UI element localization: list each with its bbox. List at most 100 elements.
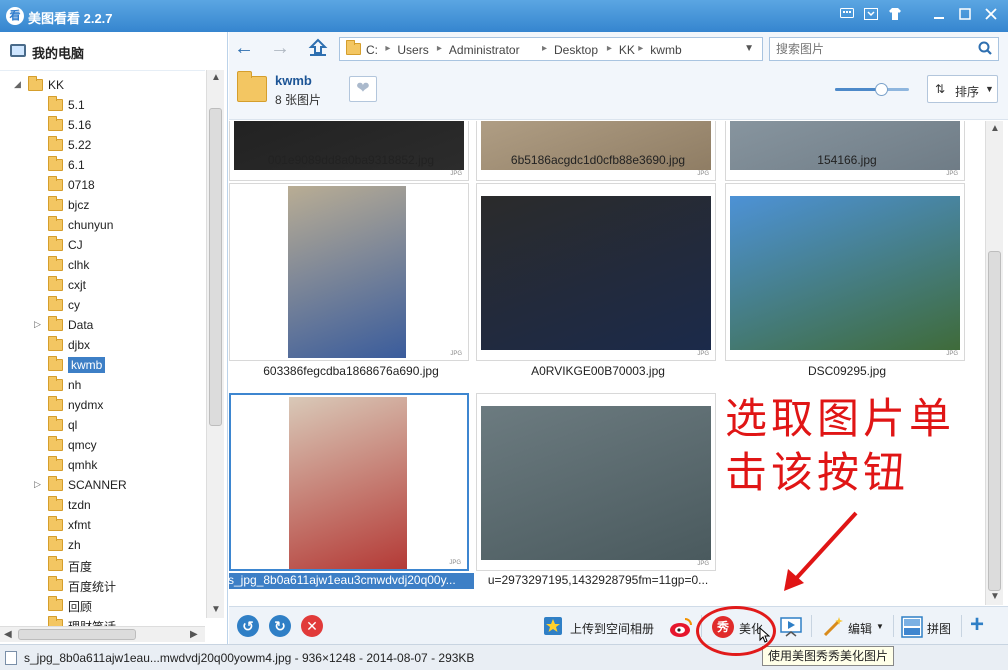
breadcrumb-separator-icon[interactable]: ▸	[385, 43, 390, 54]
tree-item-cy[interactable]: cy	[34, 295, 205, 315]
breadcrumb-item[interactable]: Administrator	[449, 43, 520, 57]
breadcrumb-item[interactable]: kwmb	[650, 43, 681, 57]
breadcrumb-separator-icon[interactable]: ▸	[542, 43, 547, 54]
breadcrumb-item[interactable]: Desktop	[554, 43, 598, 57]
thumbnail-card[interactable]: JPG	[725, 183, 965, 361]
weibo-icon[interactable]	[669, 616, 693, 638]
breadcrumb-separator-icon[interactable]: ▸	[638, 43, 643, 54]
zoom-slider[interactable]	[835, 83, 909, 96]
zoom-slider-handle[interactable]	[874, 83, 888, 96]
minimize-icon[interactable]	[930, 7, 948, 25]
tree-item-0718[interactable]: 0718	[34, 175, 205, 195]
thumbnail-card[interactable]: JPG	[476, 393, 716, 571]
jpg-badge: JPG	[946, 171, 958, 177]
collapse-arrow-icon[interactable]: ▷	[34, 319, 41, 330]
delete-button[interactable]: ✕	[301, 615, 323, 637]
tree-item-理财笑话[interactable]: 理财笑话	[34, 615, 205, 626]
tree-vertical-scrollbar[interactable]: ▲ ▼	[206, 70, 224, 618]
breadcrumb-item[interactable]: C:	[366, 43, 378, 57]
thumbnail-card[interactable]: JPG	[229, 183, 469, 361]
thumbnail-caption[interactable]: 6b5186acgdc1d0cfb88e3690.jpg	[475, 153, 721, 169]
feedback-icon[interactable]	[838, 7, 856, 25]
thumbnail-caption[interactable]: A0RVIKGE00B70003.jpg	[475, 364, 721, 380]
tree-item-qmcy[interactable]: qmcy	[34, 435, 205, 455]
tree-horizontal-scrollbar[interactable]: ◀ ▶	[0, 626, 205, 642]
skin-icon[interactable]	[886, 7, 904, 25]
tree-item-data[interactable]: ▷ Data	[34, 315, 205, 335]
forward-button[interactable]: →	[269, 37, 291, 59]
up-folder-button[interactable]	[307, 37, 329, 59]
scroll-up-icon[interactable]: ▲	[990, 123, 1000, 134]
tree-item-5-22[interactable]: 5.22	[34, 135, 205, 155]
tree-item-6-1[interactable]: 6.1	[34, 155, 205, 175]
search-icon[interactable]	[978, 41, 992, 55]
tree-hscroll-thumb[interactable]	[18, 629, 136, 640]
maximize-icon[interactable]	[956, 7, 974, 25]
expand-arrow-icon[interactable]: ◢	[14, 79, 21, 90]
thumbnail-caption[interactable]: s_jpg_8b0a611ajw1eau3cmwdvdj20q00y...	[229, 573, 474, 589]
thumbnail-card[interactable]: JPG	[725, 121, 965, 181]
grid-scroll-thumb[interactable]	[988, 251, 1001, 591]
tree-item-cxjt[interactable]: cxjt	[34, 275, 205, 295]
navigation-bar: ← → C: ▸ Users ▸ Administrator ▸ Desktop ▸ KK ▸ kw…	[229, 32, 1008, 66]
breadcrumb-item[interactable]: Users	[397, 43, 428, 57]
add-button[interactable]: +	[970, 611, 984, 639]
breadcrumb-item[interactable]: KK	[619, 43, 635, 57]
tree-item-tzdn[interactable]: tzdn	[34, 495, 205, 515]
tree-item-nh[interactable]: nh	[34, 375, 205, 395]
breadcrumb-separator-icon[interactable]: ▸	[607, 43, 612, 54]
search-box[interactable]	[769, 37, 999, 61]
tree-item-百度[interactable]: 百度	[34, 555, 205, 575]
folder-icon	[48, 396, 63, 411]
scroll-down-icon[interactable]: ▼	[990, 591, 1000, 602]
scroll-up-icon[interactable]: ▲	[211, 72, 221, 83]
tree-item-5-1[interactable]: 5.1	[34, 95, 205, 115]
rotate-left-button[interactable]: ↺	[237, 615, 259, 637]
slideshow-icon[interactable]	[780, 616, 802, 638]
tree-item-kk[interactable]: ◢ KK	[14, 75, 205, 95]
tree-item-nydmx[interactable]: nydmx	[34, 395, 205, 415]
tree-item-label: qmhk	[68, 458, 98, 472]
address-bar[interactable]: C: ▸ Users ▸ Administrator ▸ Desktop ▸ KK ▸ kwmb ▼	[339, 37, 763, 61]
thumbnail-card[interactable]: JPG	[476, 183, 716, 361]
collapse-arrow-icon[interactable]: ▷	[34, 479, 41, 490]
thumbnail-caption[interactable]: 001e9089dd8a0ba9318852.jpg	[229, 153, 474, 169]
tree-item-djbx[interactable]: djbx	[34, 335, 205, 355]
thumbnail-caption[interactable]: 603386fegcdba1868676a690.jpg	[229, 364, 474, 380]
tree-item-百度统计[interactable]: 百度统计	[34, 575, 205, 595]
thumbnail-card[interactable]: JPG	[476, 121, 716, 181]
tree-item-chunyun[interactable]: chunyun	[34, 215, 205, 235]
scroll-left-icon[interactable]: ◀	[4, 629, 12, 640]
tree-item-zh[interactable]: zh	[34, 535, 205, 555]
rotate-right-button[interactable]: ↻	[269, 615, 291, 637]
sort-button[interactable]: ⇅ 排序 ▼	[927, 75, 998, 103]
folder-icon	[28, 76, 43, 91]
tree-item-ql[interactable]: ql	[34, 415, 205, 435]
grid-vertical-scrollbar[interactable]: ▲ ▼	[985, 121, 1003, 605]
tree-item-cj[interactable]: CJ	[34, 235, 205, 255]
tree-item-clhk[interactable]: clhk	[34, 255, 205, 275]
thumbnail-card[interactable]: JPG	[229, 121, 469, 181]
scroll-right-icon[interactable]: ▶	[190, 629, 198, 640]
breadcrumb-separator-icon[interactable]: ▸	[437, 43, 442, 54]
search-input[interactable]	[770, 38, 970, 60]
thumbnail-caption[interactable]: u=2973297195,1432928795fm=11gp=0...	[475, 573, 721, 589]
address-dropdown-icon[interactable]: ▼	[744, 43, 754, 54]
tree-item-xfmt[interactable]: xfmt	[34, 515, 205, 535]
tree-item-qmhk[interactable]: qmhk	[34, 455, 205, 475]
back-button[interactable]: ←	[233, 37, 255, 59]
sort-icon: ⇅	[935, 82, 946, 96]
close-icon[interactable]	[982, 7, 1000, 25]
thumbnail-card[interactable]: JPG	[229, 393, 469, 571]
tree-item-5-16[interactable]: 5.16	[34, 115, 205, 135]
menu-icon[interactable]	[862, 7, 880, 25]
thumbnail-caption[interactable]: 154166.jpg	[724, 153, 970, 169]
tree-scroll-thumb[interactable]	[209, 108, 222, 426]
favorite-button[interactable]: ❤	[349, 76, 377, 102]
tree-item-kwmb[interactable]: kwmb	[34, 355, 205, 375]
thumbnail-caption[interactable]: DSC09295.jpg	[724, 364, 970, 380]
tree-item-bjcz[interactable]: bjcz	[34, 195, 205, 215]
tree-item-回顾[interactable]: 回顾	[34, 595, 205, 615]
tree-item-scanner[interactable]: ▷ SCANNER	[34, 475, 205, 495]
scroll-down-icon[interactable]: ▼	[211, 604, 221, 615]
